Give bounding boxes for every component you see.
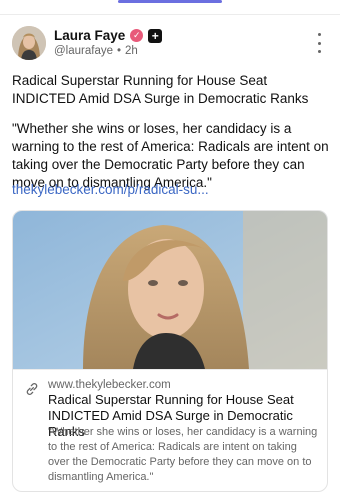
card-description: "Whether she wins or loses, her candidac…	[48, 426, 318, 483]
link-preview-image[interactable]	[13, 211, 327, 369]
card-domain: www.thekylebecker.com	[48, 379, 171, 391]
link-icon	[26, 383, 38, 395]
dot	[317, 50, 321, 53]
preview-photo	[13, 211, 327, 369]
dot	[317, 33, 321, 36]
link-preview-card[interactable]: www.thekylebecker.com Radical Superstar …	[12, 210, 328, 492]
verified-badge-icon: ✓	[130, 29, 144, 42]
active-tab-indicator	[118, 0, 222, 3]
more-vertical-icon[interactable]	[314, 33, 324, 53]
post-title: Radical Superstar Running for House Seat…	[12, 73, 309, 106]
name-row: Laura Faye ✓ +	[54, 28, 163, 43]
plus-icon[interactable]: +	[148, 28, 163, 43]
post-time: 2h	[125, 45, 138, 57]
display-name[interactable]: Laura Faye	[54, 28, 125, 43]
avatar-image	[12, 26, 46, 60]
separator-dot: •	[116, 45, 122, 57]
post-link[interactable]: thekylebecker.com/p/radical-su...	[12, 182, 209, 197]
post-header: Laura Faye ✓ + @laurafaye • 2h	[12, 26, 330, 62]
avatar[interactable]	[12, 26, 46, 60]
handle-row: @laurafaye • 2h	[54, 45, 138, 57]
dot	[317, 41, 321, 45]
divider	[0, 14, 340, 15]
link-preview-body: www.thekylebecker.com Radical Superstar …	[13, 369, 327, 491]
handle[interactable]: @laurafaye	[54, 45, 113, 57]
